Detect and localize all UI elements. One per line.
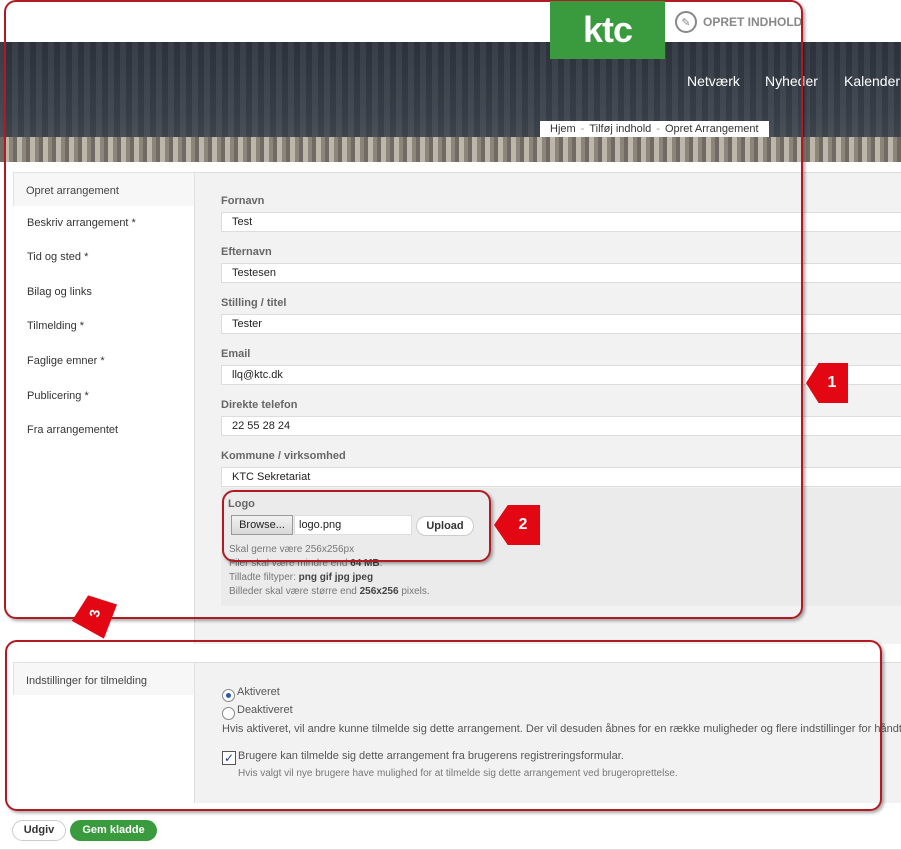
logo-text: ktc [582,9,633,50]
breadcrumb-current: Opret Arrangement [664,123,759,135]
nav-item-kalender[interactable]: Kalender [844,73,900,89]
breadcrumb-home[interactable]: Hjem [550,123,576,135]
save-draft-button[interactable]: Gem kladde [70,820,157,841]
publish-button[interactable]: Udgiv [12,820,66,841]
annotation-box-2 [222,490,491,562]
breadcrumb-add-content[interactable]: Tilføj indhold [589,123,651,135]
annotation-box-3 [5,640,882,811]
site-logo[interactable]: ktc [550,1,665,59]
page: ktc ✎ OPRET INDHOLD Netværk Nyheder Kale… [0,0,901,850]
breadcrumb: Hjem - Tilføj indhold - Opret Arrangement [540,121,769,137]
